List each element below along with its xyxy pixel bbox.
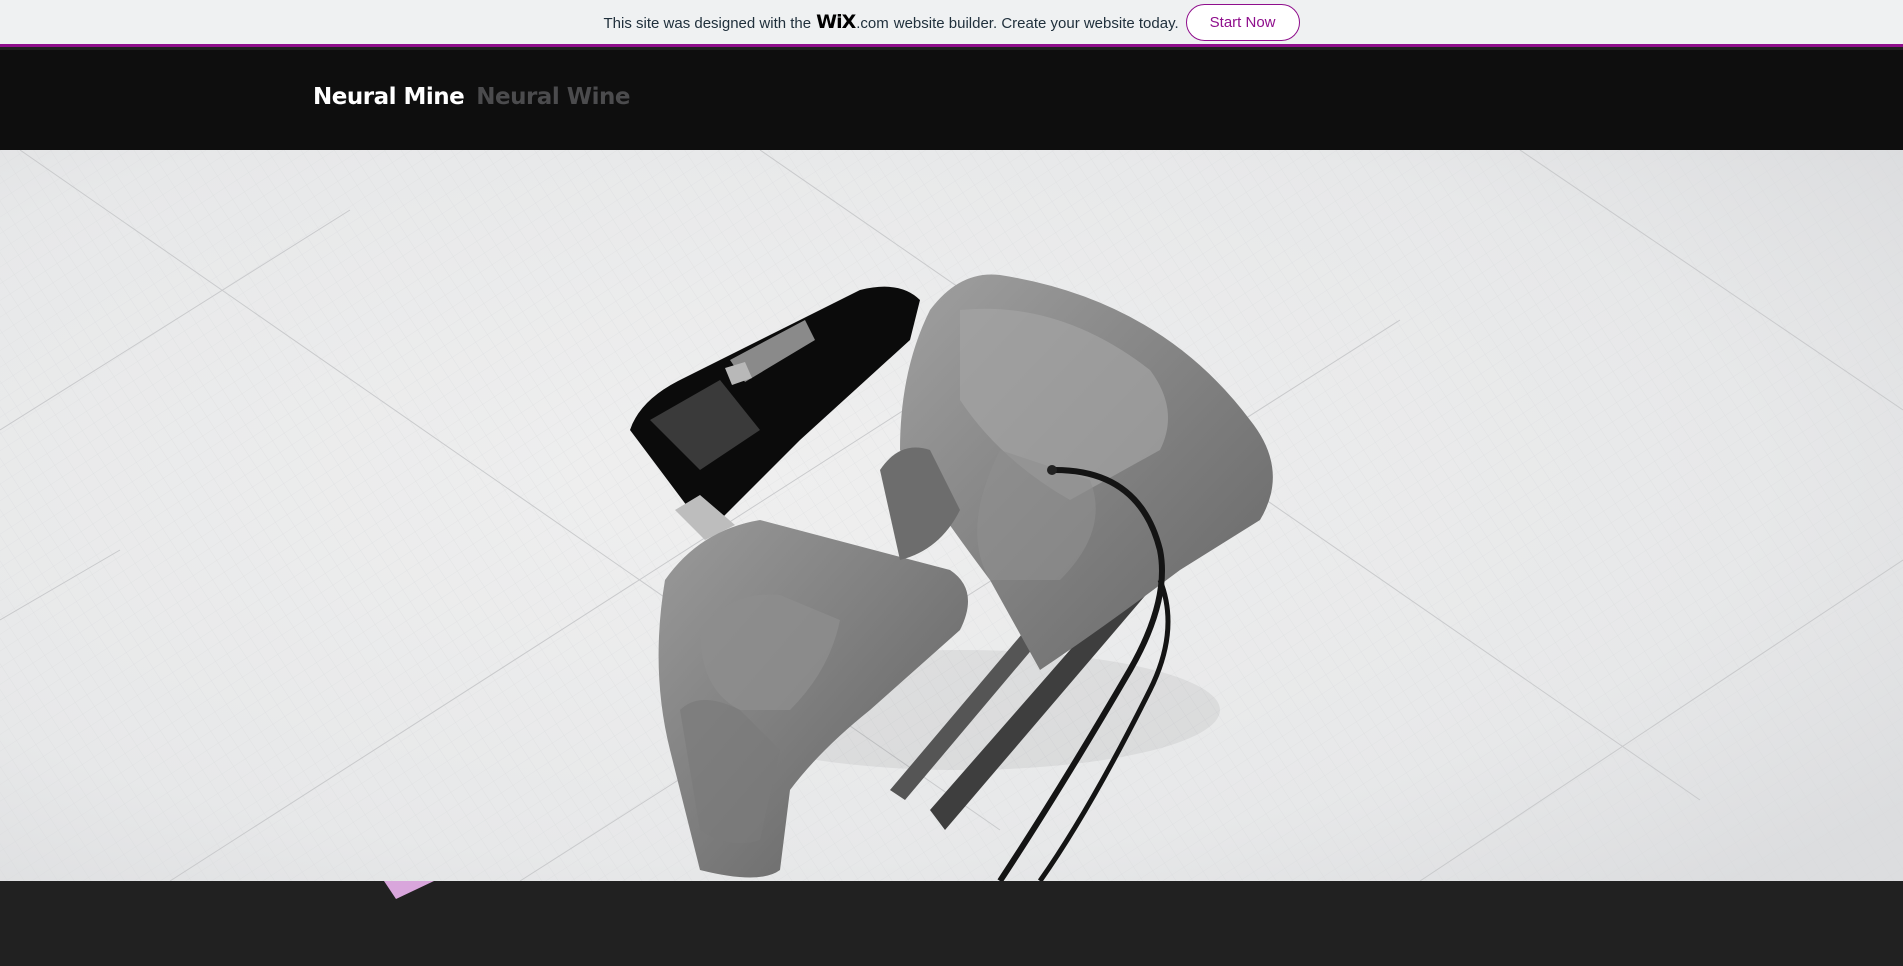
pink-triangle-shape-icon — [384, 881, 434, 899]
wix-logo-suffix: .com — [856, 15, 889, 32]
wix-promo-text: This site was designed with the WiX .com… — [604, 11, 1179, 33]
brand-primary-link[interactable]: Neural Mine — [313, 84, 465, 110]
banner-text-before: This site was designed with the — [603, 15, 812, 32]
site-footer — [0, 881, 1903, 966]
wix-logo: WiX — [816, 11, 856, 33]
site-header: Neural Mine Neural Wine — [0, 50, 1903, 150]
site-brand: Neural Mine Neural Wine — [313, 84, 630, 110]
start-now-button[interactable]: Start Now — [1185, 3, 1300, 41]
massage-chair-render — [0, 150, 1903, 881]
brand-secondary-link[interactable]: Neural Wine — [476, 84, 630, 110]
wix-promo-banner: This site was designed with the WiX .com… — [0, 0, 1903, 47]
banner-text-after: website builder. Create your website tod… — [893, 15, 1179, 32]
hero-image — [0, 150, 1903, 881]
